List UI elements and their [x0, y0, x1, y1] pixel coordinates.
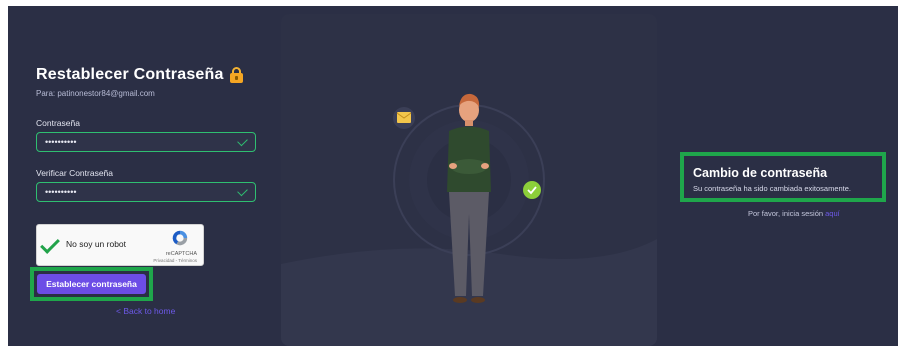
set-password-button[interactable]: Establecer contraseña	[37, 274, 146, 294]
password-label: Contraseña	[36, 118, 80, 128]
illustration-panel	[281, 14, 657, 346]
login-prompt: Por favor, inicia sesión aquí	[748, 209, 840, 218]
password-value: ••••••••••	[45, 137, 77, 147]
recipient-email: Para: patinonestor84@gmail.com	[36, 89, 155, 98]
login-prompt-text: Por favor, inicia sesión	[748, 209, 824, 218]
back-to-home-link[interactable]: < Back to home	[116, 306, 175, 316]
recaptcha-logo-icon	[172, 230, 188, 246]
captcha-label: No soy un robot	[66, 239, 127, 249]
captcha-terms-link[interactable]: Privacidad - Términos	[153, 258, 197, 263]
lock-icon	[229, 67, 243, 83]
page: Restablecer Contraseña Para: patinonesto…	[8, 6, 898, 346]
captcha-check-icon[interactable]	[40, 234, 60, 254]
confirm-password-label: Verificar Contraseña	[36, 168, 114, 178]
illustration	[281, 93, 657, 346]
title-row: Restablecer Contraseña	[36, 66, 243, 84]
success-title: Cambio de contraseña	[693, 166, 828, 180]
login-link[interactable]: aquí	[825, 209, 840, 218]
success-message: Su contraseña ha sido cambiada exitosame…	[693, 184, 852, 193]
captcha-brand: reCAPTCHA	[165, 251, 197, 257]
page-title: Restablecer Contraseña	[36, 66, 224, 83]
check-icon	[237, 185, 248, 196]
check-icon	[237, 135, 248, 146]
confirm-password-value: ••••••••••	[45, 187, 77, 197]
reset-form: Restablecer Contraseña Para: patinonesto…	[8, 6, 280, 346]
confirm-password-field[interactable]: ••••••••••	[36, 182, 256, 202]
password-field[interactable]: ••••••••••	[36, 132, 256, 152]
recaptcha-widget[interactable]: No soy un robot reCAPTCHA Privacidad - T…	[36, 224, 204, 266]
